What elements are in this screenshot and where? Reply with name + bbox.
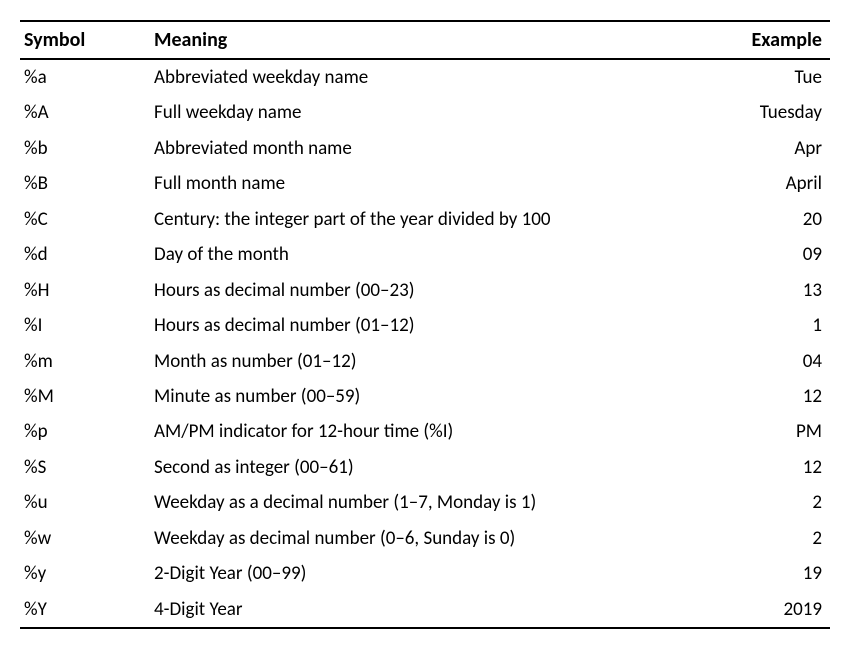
cell-example: 2 [690, 521, 830, 556]
cell-symbol: %Y [20, 592, 150, 628]
table-header-row: Symbol Meaning Example [20, 21, 830, 59]
table-row: %y 2-Digit Year (00–99) 19 [20, 556, 830, 591]
table-row: %H Hours as decimal number (00–23) 13 [20, 273, 830, 308]
cell-example: 04 [690, 344, 830, 379]
cell-symbol: %H [20, 273, 150, 308]
cell-example: 13 [690, 273, 830, 308]
cell-meaning: Second as integer (00–61) [150, 450, 690, 485]
cell-symbol: %m [20, 344, 150, 379]
cell-symbol: %I [20, 308, 150, 343]
table-row: %C Century: the integer part of the year… [20, 202, 830, 237]
table-row: %S Second as integer (00–61) 12 [20, 450, 830, 485]
cell-meaning: Day of the month [150, 237, 690, 272]
cell-symbol: %B [20, 166, 150, 201]
cell-symbol: %d [20, 237, 150, 272]
header-meaning: Meaning [150, 21, 690, 59]
table-row: %w Weekday as decimal number (0–6, Sunda… [20, 521, 830, 556]
cell-example: 1 [690, 308, 830, 343]
table-row: %A Full weekday name Tuesday [20, 95, 830, 130]
cell-symbol: %A [20, 95, 150, 130]
header-symbol: Symbol [20, 21, 150, 59]
cell-meaning: Weekday as a decimal number (1–7, Monday… [150, 485, 690, 520]
cell-symbol: %y [20, 556, 150, 591]
cell-symbol: %p [20, 414, 150, 449]
cell-example: 2019 [690, 592, 830, 628]
table-row: %B Full month name April [20, 166, 830, 201]
cell-example: April [690, 166, 830, 201]
table-row: %I Hours as decimal number (01–12) 1 [20, 308, 830, 343]
cell-meaning: Weekday as decimal number (0–6, Sunday i… [150, 521, 690, 556]
cell-meaning: Full month name [150, 166, 690, 201]
cell-symbol: %S [20, 450, 150, 485]
cell-symbol: %b [20, 131, 150, 166]
cell-example: PM [690, 414, 830, 449]
cell-meaning: Month as number (01–12) [150, 344, 690, 379]
cell-symbol: %C [20, 202, 150, 237]
cell-symbol: %M [20, 379, 150, 414]
table-row: %b Abbreviated month name Apr [20, 131, 830, 166]
cell-example: Tuesday [690, 95, 830, 130]
cell-meaning: Century: the integer part of the year di… [150, 202, 690, 237]
cell-example: Tue [690, 59, 830, 95]
cell-meaning: 2-Digit Year (00–99) [150, 556, 690, 591]
table-row: %a Abbreviated weekday name Tue [20, 59, 830, 95]
cell-example: 20 [690, 202, 830, 237]
table-row: %Y 4-Digit Year 2019 [20, 592, 830, 628]
cell-meaning: Full weekday name [150, 95, 690, 130]
cell-meaning: Minute as number (00–59) [150, 379, 690, 414]
format-symbols-table: Symbol Meaning Example %a Abbreviated we… [20, 20, 830, 629]
table-row: %p AM/PM indicator for 12-hour time (%I)… [20, 414, 830, 449]
table-row: %M Minute as number (00–59) 12 [20, 379, 830, 414]
table-row: %u Weekday as a decimal number (1–7, Mon… [20, 485, 830, 520]
cell-meaning: Abbreviated month name [150, 131, 690, 166]
cell-example: 2 [690, 485, 830, 520]
header-example: Example [690, 21, 830, 59]
table-row: %d Day of the month 09 [20, 237, 830, 272]
cell-symbol: %u [20, 485, 150, 520]
cell-example: 09 [690, 237, 830, 272]
cell-symbol: %w [20, 521, 150, 556]
table-row: %m Month as number (01–12) 04 [20, 344, 830, 379]
cell-meaning: Hours as decimal number (00–23) [150, 273, 690, 308]
cell-example: 12 [690, 379, 830, 414]
cell-meaning: 4-Digit Year [150, 592, 690, 628]
cell-meaning: Abbreviated weekday name [150, 59, 690, 95]
cell-example: 12 [690, 450, 830, 485]
cell-symbol: %a [20, 59, 150, 95]
cell-meaning: Hours as decimal number (01–12) [150, 308, 690, 343]
cell-meaning: AM/PM indicator for 12-hour time (%I) [150, 414, 690, 449]
cell-example: 19 [690, 556, 830, 591]
cell-example: Apr [690, 131, 830, 166]
